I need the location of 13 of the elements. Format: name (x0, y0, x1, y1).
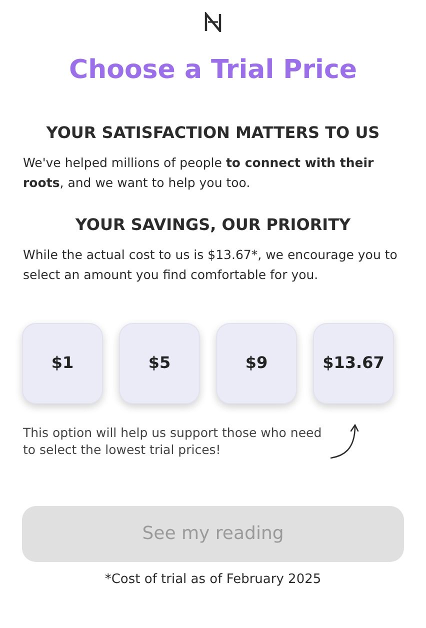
section-text: While the actual cost to us is $13.67*, we encourage you to select an amount you find comfortable for you. (23, 246, 398, 284)
price-option[interactable]: $1 (22, 322, 103, 404)
section-heading: YOUR SATISFACTION MATTERS TO US (45, 122, 381, 144)
section-text: We've helped millions of people to connect with their roots, and we want to help you too. (23, 154, 375, 192)
price-option[interactable]: $9 (216, 322, 297, 404)
page-title: Choose a Trial Price (68, 54, 358, 86)
section-heading: YOUR SAVINGS, OUR PRIORITY (74, 214, 352, 236)
price-option[interactable]: $5 (119, 322, 200, 404)
logo-icon (204, 12, 222, 32)
note-text: This option will help us support those who need to select the lowest trial prices! (23, 424, 323, 458)
curved-arrow-icon (329, 422, 359, 460)
footnote-text: *Cost of trial as of February 2025 (104, 570, 322, 588)
price-option[interactable]: $13.67 (313, 322, 394, 404)
